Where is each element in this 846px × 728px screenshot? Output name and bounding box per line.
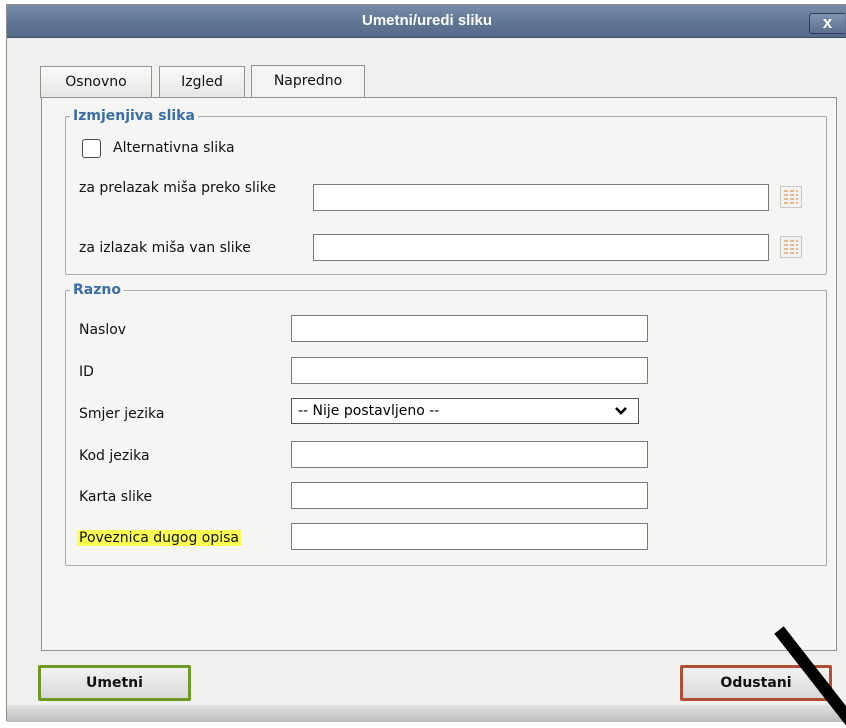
chevron-down-icon	[615, 407, 627, 415]
insert-button[interactable]: Umetni	[38, 665, 191, 701]
misc-group: Razno Naslov ID Smjer jezika -- Nije pos…	[65, 281, 827, 566]
tab-osnovno[interactable]: Osnovno	[40, 66, 152, 98]
direction-selected-value: -- Nije postavljeno --	[298, 403, 440, 419]
direction-label: Smjer jezika	[79, 406, 165, 422]
dialog-titlebar[interactable]: Umetni/uredi sliku x	[7, 5, 846, 38]
mouse-over-input[interactable]	[313, 184, 769, 211]
image-map-label: Karta slike	[79, 489, 153, 505]
long-desc-label: Poveznica dugog opisa	[77, 529, 242, 547]
id-label: ID	[79, 364, 94, 380]
long-desc-input[interactable]	[291, 523, 648, 550]
tab-izgled[interactable]: Izgled	[159, 66, 245, 98]
alt-image-label: Alternativna slika	[113, 140, 235, 156]
highlight-mark: Poveznica dugog opisa	[77, 530, 242, 546]
swap-image-legend: Izmjenjiva slika	[70, 107, 198, 125]
image-map-input[interactable]	[291, 482, 648, 509]
dialog-footer	[7, 705, 846, 722]
lang-code-label: Kod jezika	[79, 448, 150, 464]
lang-code-input[interactable]	[291, 441, 648, 468]
alt-image-checkbox[interactable]	[82, 139, 101, 158]
browse-list-icon[interactable]	[780, 186, 802, 208]
misc-legend: Razno	[70, 281, 124, 299]
mouse-out-input[interactable]	[313, 234, 769, 261]
close-icon: x	[822, 13, 833, 32]
direction-select[interactable]: -- Nije postavljeno --	[291, 398, 639, 424]
browse-list-icon[interactable]	[780, 236, 802, 258]
swap-image-group: Izmjenjiva slika Alternativna slika za p…	[65, 107, 827, 275]
mouse-out-label: za izlazak miša van slike	[79, 240, 251, 256]
title-label: Naslov	[79, 322, 127, 338]
close-button[interactable]: x	[809, 13, 845, 34]
dialog-title: Umetni/uredi sliku	[361, 12, 493, 29]
id-input[interactable]	[291, 357, 648, 384]
tab-napredno[interactable]: Napredno	[251, 65, 365, 99]
title-input[interactable]	[291, 315, 648, 342]
mouse-over-label: za prelazak miša preko slike	[79, 180, 276, 196]
tab-panel-napredno: Izmjenjiva slika Alternativna slika za p…	[41, 97, 837, 651]
image-dialog: Umetni/uredi sliku x Osnovno Izgled Napr…	[6, 4, 846, 722]
